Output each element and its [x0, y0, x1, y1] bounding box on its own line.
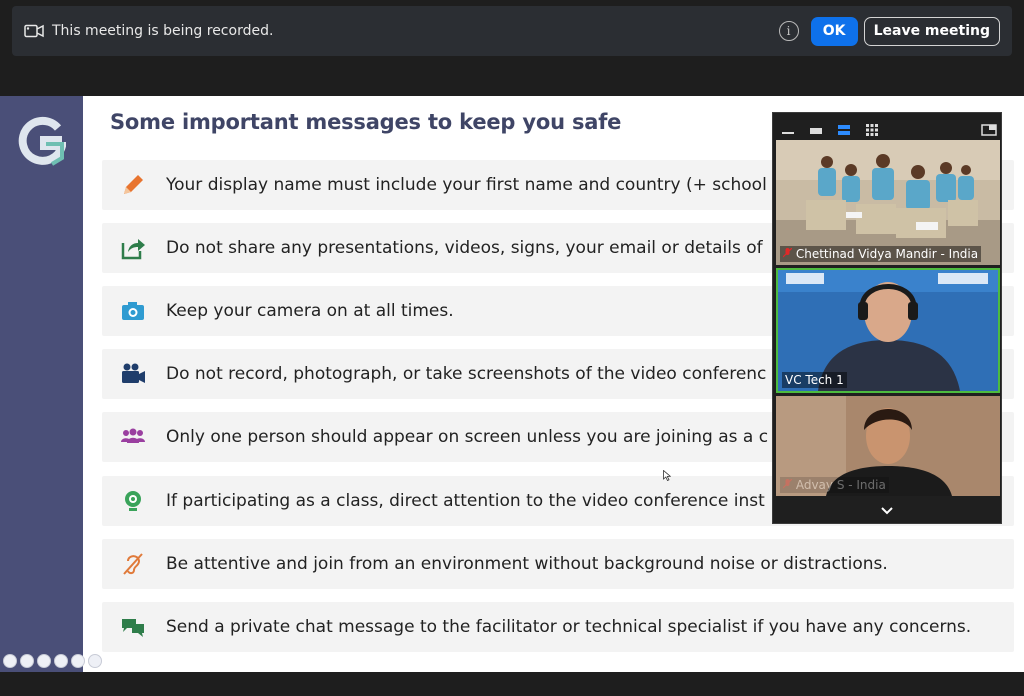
slide-list-item-text: Do not share any presentations, videos, … [166, 238, 763, 258]
speaker-view-icon[interactable] [837, 121, 851, 135]
slideshow-controls [3, 654, 102, 668]
next-slide-icon[interactable] [20, 654, 34, 668]
slide-title: Some important messages to keep you safe [110, 110, 622, 134]
gallery-view-icon[interactable] [865, 121, 879, 136]
info-icon[interactable]: i [778, 21, 799, 41]
video-panel: Chettinad Vidya Mandir - India VC Tech 1 [772, 112, 1002, 524]
slide-list-item-text: Keep your camera on at all times. [166, 301, 454, 321]
chat-icon [118, 612, 148, 642]
participant-video-tile-active-speaker[interactable]: VC Tech 1 [776, 268, 1000, 393]
participant-video-tile[interactable]: Chettinad Vidya Mandir - India [776, 140, 1000, 265]
chevron-down-icon[interactable] [880, 506, 894, 516]
recording-message: This meeting is being recorded. [52, 23, 274, 39]
recording-banner: This meeting is being recorded. i OK Lea… [12, 6, 1012, 56]
slide-sidebar-band [0, 96, 83, 672]
participant-name-label: Chettinad Vidya Mandir - India [780, 246, 982, 262]
pencil-icon [118, 170, 148, 200]
slide-list-item: Be attentive and join from an environmen… [102, 539, 1014, 589]
participant-video-tile[interactable]: Advay S - India [776, 396, 1000, 496]
slide-list-item-text: If participating as a class, direct atte… [166, 491, 765, 511]
pen-tool-icon[interactable] [37, 654, 51, 668]
minimize-icon[interactable] [781, 121, 795, 134]
leave-meeting-button[interactable]: Leave meeting [863, 16, 1000, 46]
slide-list-item-text: Your display name must include your firs… [166, 175, 767, 195]
g-logo-icon [18, 116, 66, 166]
ok-button[interactable]: OK [810, 16, 858, 46]
webcam-icon [118, 486, 148, 516]
more-options-icon[interactable] [88, 654, 102, 668]
no-hearing-icon [118, 549, 148, 579]
slides-grid-icon[interactable] [54, 654, 68, 668]
zoom-window: This meeting is being recorded. i OK Lea… [0, 0, 1024, 696]
slide-list-item-text: Only one person should appear on screen … [166, 427, 769, 447]
participant-name-label: VC Tech 1 [782, 372, 847, 388]
mouse-cursor-icon [663, 470, 671, 481]
camera-icon [118, 296, 148, 326]
float-window-icon[interactable] [981, 121, 997, 136]
slide-list-item-text: Do not record, photograph, or take scree… [166, 364, 767, 384]
slide-list-item-text: Be attentive and join from an environmen… [166, 554, 888, 574]
hide-video-icon[interactable] [809, 121, 823, 134]
participant-name: Chettinad Vidya Mandir - India [795, 247, 979, 261]
people-icon [118, 422, 148, 452]
participant-name-label: Advay S - India [780, 477, 889, 493]
video-camera-icon [118, 359, 148, 389]
participant-name: Advay S - India [795, 478, 886, 492]
muted-mic-icon [782, 247, 793, 258]
slide-list-item: Send a private chat message to the facil… [102, 602, 1014, 652]
recording-camera-icon [24, 24, 44, 38]
share-icon [118, 233, 148, 263]
prev-slide-icon[interactable] [3, 654, 17, 668]
zoom-magnifier-icon[interactable] [71, 654, 85, 668]
participant-name: VC Tech 1 [785, 373, 844, 387]
video-panel-toolbar [773, 113, 1001, 140]
muted-mic-icon [782, 478, 793, 489]
slide-list-item-text: Send a private chat message to the facil… [166, 617, 972, 637]
